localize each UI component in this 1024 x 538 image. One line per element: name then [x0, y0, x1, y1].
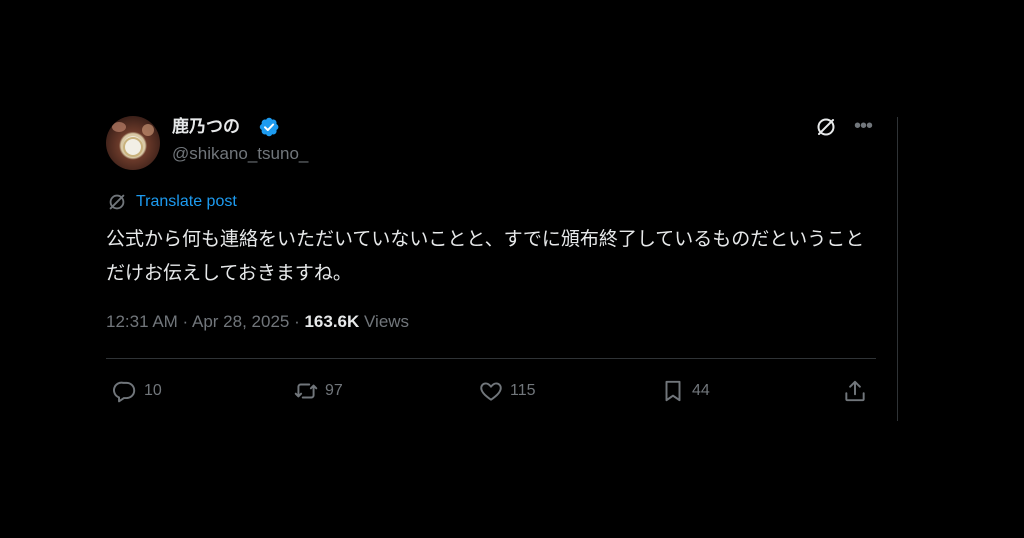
avatar[interactable] [106, 116, 160, 170]
repost-icon [294, 383, 318, 399]
more-icon[interactable]: ••• [851, 114, 875, 138]
reply-icon [113, 381, 136, 403]
bookmark-count: 44 [692, 382, 710, 399]
translate-icon [109, 194, 125, 210]
avatar-detail [142, 124, 154, 136]
repost-button[interactable]: 97 [293, 378, 343, 404]
tweet-text: 公式から何も連絡をいただいていないことと、すでに頒布終了しているものだということ… [106, 228, 865, 284]
like-button[interactable]: 115 [478, 378, 536, 404]
views-label: Views [359, 312, 410, 331]
like-count: 115 [510, 382, 536, 399]
author-display-name[interactable]: 鹿乃つの [172, 117, 240, 137]
bookmark-icon [665, 380, 681, 402]
share-button[interactable] [842, 378, 868, 404]
repost-count: 97 [325, 382, 343, 399]
translate-post-link[interactable]: Translate post [106, 191, 237, 213]
views-count: 163.6K [304, 312, 360, 331]
translate-post-label: Translate post [136, 193, 237, 210]
reply-button[interactable]: 10 [112, 378, 162, 404]
heart-icon [480, 382, 502, 401]
grok-icon[interactable] [814, 115, 838, 139]
share-icon [845, 380, 865, 402]
avatar-detail [123, 137, 143, 157]
author-handle[interactable]: @shikano_tsuno_ [172, 144, 308, 164]
thread-divider [897, 117, 898, 421]
bookmark-button[interactable]: 44 [660, 378, 710, 404]
tweet-meta: 12:31 AM · Apr 28, 2025 · 163.6K Views [106, 311, 409, 333]
verified-badge-icon [259, 117, 279, 137]
timestamp[interactable]: 12:31 AM · Apr 28, 2025 · [106, 312, 304, 331]
reply-count: 10 [144, 382, 162, 399]
divider [106, 358, 876, 359]
avatar-detail [112, 122, 126, 132]
